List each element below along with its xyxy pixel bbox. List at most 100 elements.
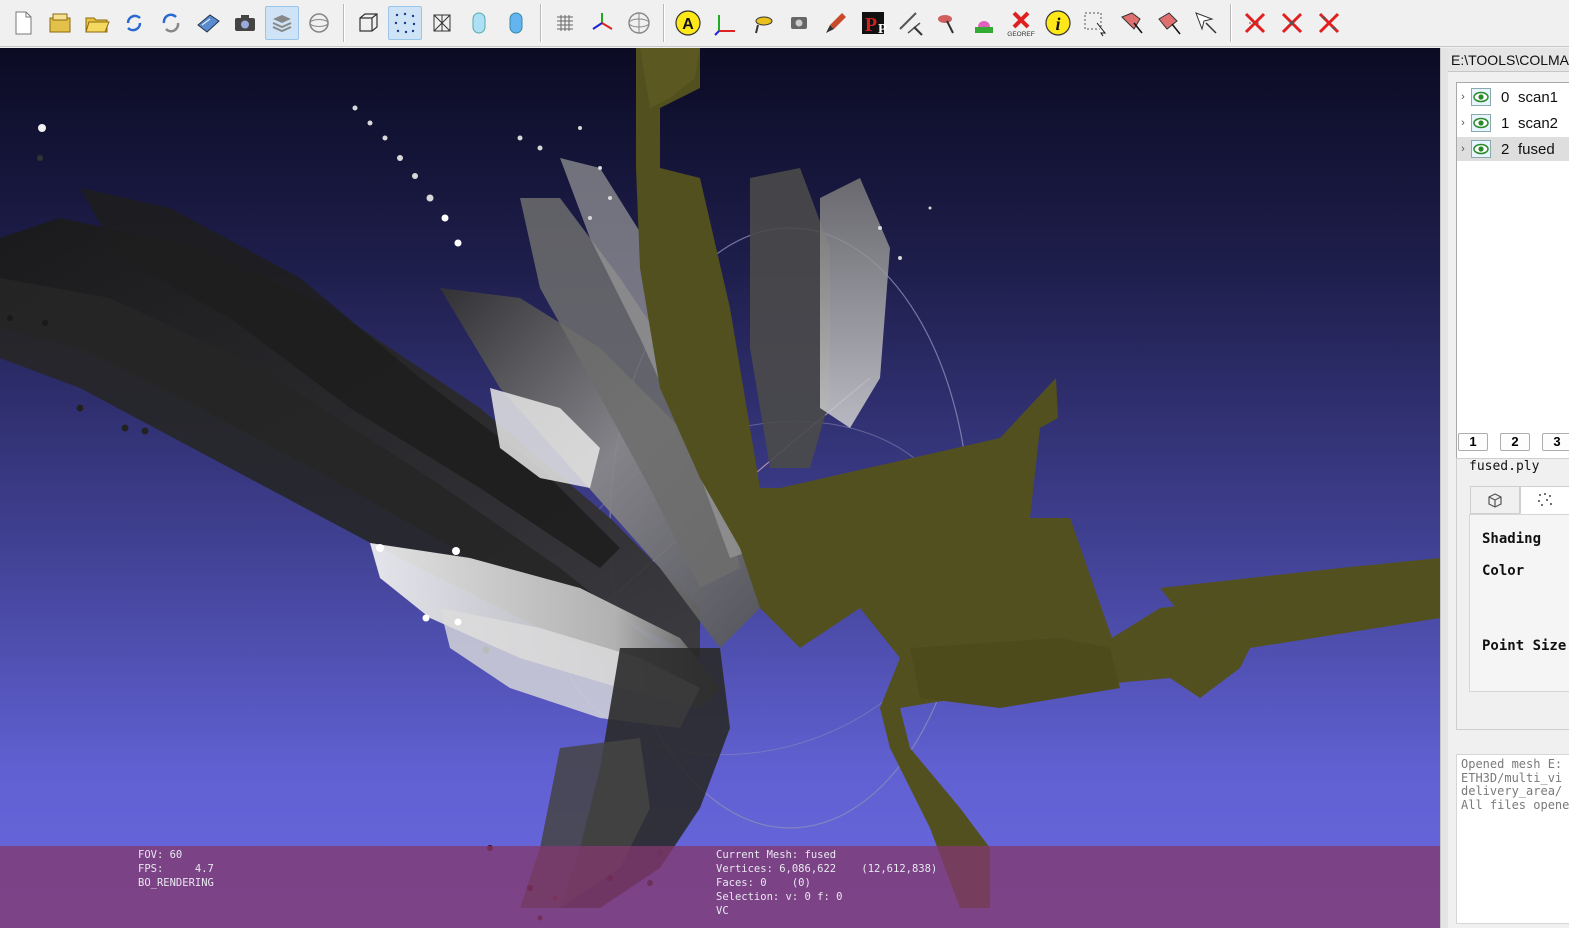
select-connected-icon: [1121, 12, 1143, 34]
chevron-right-icon[interactable]: ›: [1457, 91, 1469, 103]
layer-row-selected[interactable]: › 2 fused: [1457, 137, 1569, 161]
layer-index: 1: [1501, 114, 1510, 132]
log-line: delivery_area/: [1461, 784, 1563, 798]
lighting-button[interactable]: [548, 6, 582, 40]
pick-points-icon: PP: [862, 12, 887, 37]
delete-faces-button[interactable]: [1238, 6, 1272, 40]
wireframe-button[interactable]: [425, 6, 459, 40]
layers-icon: [272, 15, 292, 33]
view-tab-3[interactable]: 3: [1542, 433, 1569, 451]
paint-roller-icon: [755, 16, 773, 34]
raster-align-icon: [791, 17, 807, 29]
trackball-button[interactable]: [622, 6, 656, 40]
open-project-button[interactable]: [43, 6, 77, 40]
layer-row[interactable]: › 1 scan2: [1457, 111, 1569, 135]
toolbar-separator: [540, 4, 542, 42]
select-faces-icon: [1084, 12, 1107, 37]
view-tabs: 1 2 3: [1458, 433, 1569, 455]
delete-all-icon: [1318, 12, 1340, 34]
bbox-button[interactable]: [351, 6, 385, 40]
point-cloud-region: [750, 168, 830, 468]
save-button[interactable]: [191, 6, 225, 40]
render-properties: fused.ply Shading Color Point Size: [1456, 458, 1569, 730]
trackball-icon: [628, 12, 650, 34]
new-project-button[interactable]: [6, 6, 40, 40]
select-cursor-icon: [1195, 12, 1217, 34]
annotate-button[interactable]: A: [671, 6, 705, 40]
point-size-label: Point Size: [1482, 638, 1567, 654]
eye-icon[interactable]: [1471, 114, 1491, 132]
layer-index: 0: [1501, 88, 1510, 106]
smooth-button[interactable]: [499, 6, 533, 40]
lighting-icon: [557, 15, 573, 31]
eye-icon[interactable]: [1471, 88, 1491, 106]
log-output: Opened mesh E: ETH3D/multi_vi delivery_a…: [1456, 754, 1569, 924]
color-label: Color: [1482, 563, 1525, 579]
toolbar-separator: [1230, 4, 1232, 42]
select-connected-button[interactable]: [1115, 6, 1149, 40]
log-line: ETH3D/multi_vi: [1461, 770, 1563, 785]
layer-row[interactable]: › 0 scan1: [1457, 85, 1569, 109]
align-icon: [938, 15, 954, 34]
properties-body: Shading Color Point Size: [1469, 514, 1569, 692]
ortho-button[interactable]: [302, 6, 336, 40]
paint-button[interactable]: [967, 6, 1001, 40]
delete-vertices-button[interactable]: [1275, 6, 1309, 40]
chevron-right-icon[interactable]: ›: [1457, 143, 1469, 155]
axes-icon: [592, 13, 613, 30]
delete-all-button[interactable]: [1312, 6, 1346, 40]
paint-roller-button[interactable]: [745, 6, 779, 40]
manipulator-button[interactable]: [708, 6, 742, 40]
flat-shading-icon: [472, 12, 486, 34]
project-path: E:\TOOLS\COLMAP: [1448, 48, 1569, 72]
raster-align-button[interactable]: [782, 6, 816, 40]
eye-icon[interactable]: [1471, 140, 1491, 158]
point-cloud-scene: [0, 48, 1440, 921]
info-button[interactable]: i: [1041, 6, 1075, 40]
align-button[interactable]: [930, 6, 964, 40]
view-tab-2[interactable]: 2: [1500, 433, 1530, 451]
layer-panel: E:\TOOLS\COLMAP › 0 scan1 › 1 scan2 › 2 …: [1448, 48, 1569, 928]
render-stats: FOV: 60 FPS: 4.7 BO_RENDERING: [138, 849, 214, 889]
save-icon: [197, 14, 220, 33]
svg-text:GEOREF: GEOREF: [1007, 31, 1034, 37]
panel-splitter[interactable]: [1440, 48, 1448, 928]
import-mesh-button[interactable]: [80, 6, 114, 40]
select-vertices-icon: [1158, 12, 1181, 35]
measure-button[interactable]: [893, 6, 927, 40]
layer-name: scan2: [1518, 114, 1559, 132]
points-button[interactable]: [388, 6, 422, 40]
3d-viewport[interactable]: FOV: 60 FPS: 4.7 BO_RENDERING Current Me…: [0, 48, 1440, 928]
points-icon[interactable]: [1520, 486, 1569, 514]
reload-button[interactable]: [117, 6, 151, 40]
georef-button[interactable]: GEOREF: [1004, 6, 1038, 40]
layers-button[interactable]: [265, 6, 299, 40]
snapshot-button[interactable]: [228, 6, 262, 40]
svg-text:i: i: [1055, 14, 1060, 34]
smooth-shading-icon: [509, 12, 523, 34]
reload-all-icon: [162, 13, 180, 33]
delete-faces-icon: [1244, 12, 1266, 34]
view-tab-1[interactable]: 1: [1458, 433, 1488, 451]
flat-button[interactable]: [462, 6, 496, 40]
pick-points-button[interactable]: PP: [856, 6, 890, 40]
select-cursor-button[interactable]: [1189, 6, 1223, 40]
main-toolbar: A P P GEOREF i: [0, 0, 1569, 47]
select-vertices-button[interactable]: [1152, 6, 1186, 40]
toolbar-separator: [663, 4, 665, 42]
axes-button[interactable]: [585, 6, 619, 40]
mesh-surface: [910, 638, 1120, 708]
select-faces-button[interactable]: [1078, 6, 1112, 40]
toolbar-separator: [343, 4, 345, 42]
point-cloud-region: [820, 178, 890, 428]
new-file-icon: [15, 11, 32, 35]
meshlab-window: A P P GEOREF i FOV: 60 FPS: 4.7 BO_RENDE…: [0, 0, 1569, 928]
log-line: Opened mesh E:: [1461, 757, 1563, 771]
brush-button[interactable]: [819, 6, 853, 40]
chevron-right-icon[interactable]: ›: [1457, 117, 1469, 129]
layer-name: fused: [1518, 140, 1555, 158]
box-icon[interactable]: [1470, 486, 1520, 514]
reload-all-button[interactable]: [154, 6, 188, 40]
camera-icon: [235, 15, 255, 31]
layer-name: scan1: [1518, 88, 1559, 106]
